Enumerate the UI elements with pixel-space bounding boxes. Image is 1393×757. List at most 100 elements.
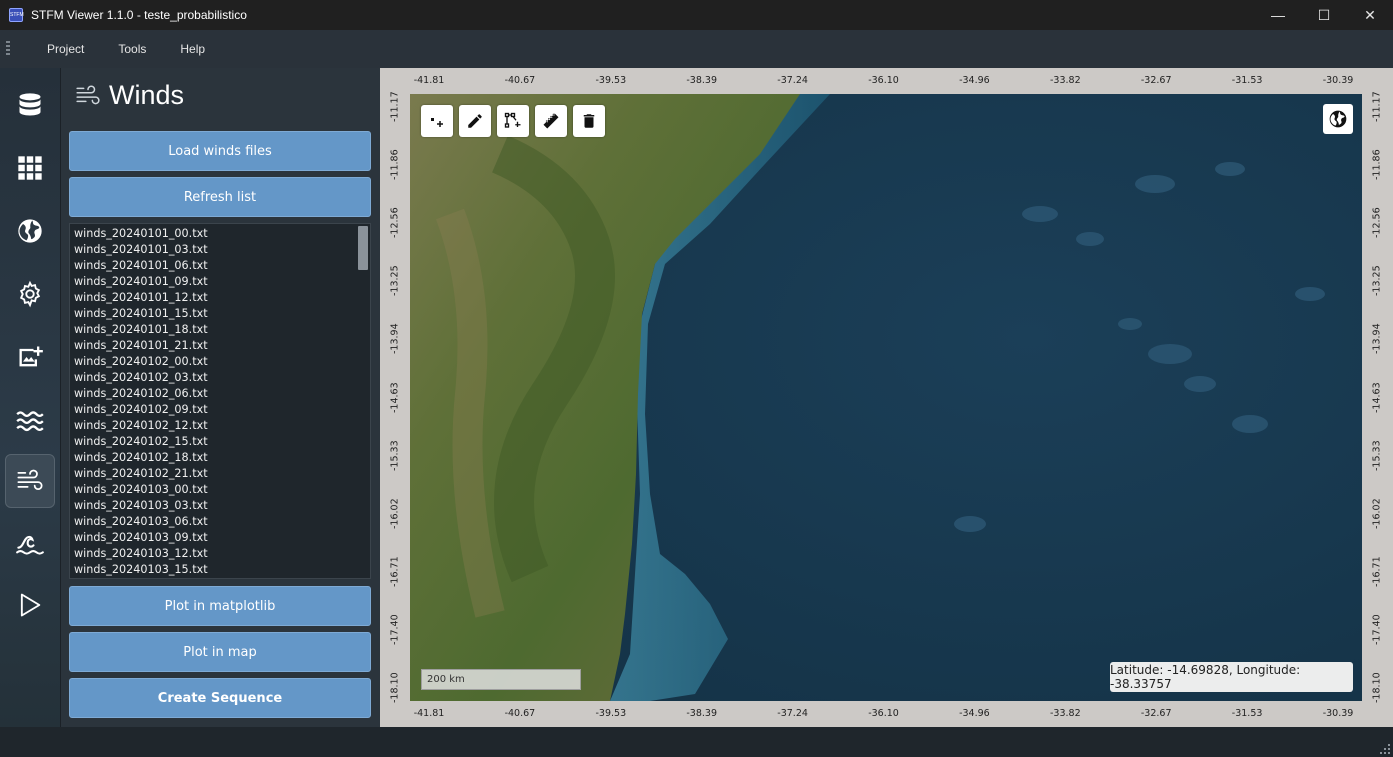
gear-icon (19, 280, 41, 308)
wind-icon (17, 469, 43, 491)
file-list-item[interactable]: winds_20240103_12.txt (74, 546, 370, 562)
x-axis-bottom-tick-label: -36.10 (868, 708, 899, 719)
y-axis-right-tick-label: -14.63 (1371, 381, 1383, 413)
file-list-item[interactable]: winds_20240101_21.txt (74, 338, 370, 354)
sidebar-grid-button[interactable] (5, 141, 55, 195)
list-scrollbar[interactable] (358, 226, 368, 270)
refresh-list-button[interactable]: Refresh list (69, 177, 371, 217)
measure-button[interactable] (535, 105, 567, 137)
create-sequence-button[interactable]: Create Sequence (69, 678, 371, 718)
plot-in-map-button[interactable]: Plot in map (69, 632, 371, 672)
y-axis-left-tick-label: -13.94 (389, 323, 401, 355)
file-list-item[interactable]: winds_20240102_06.txt (74, 386, 370, 402)
y-axis-left-tick-label: -17.40 (389, 614, 401, 645)
x-axis-top-tick-label: -30.39 (1322, 75, 1354, 86)
file-list-item[interactable]: winds_20240103_15.txt (74, 562, 370, 578)
file-list-item[interactable]: winds_20240101_03.txt (74, 242, 370, 258)
navigation-sidebar (0, 68, 61, 727)
x-axis-bottom-tick-label: -31.53 (1231, 708, 1263, 719)
y-axis-left-tick-label: -15.33 (389, 439, 401, 471)
x-axis-top-tick-label: -32.67 (1140, 75, 1172, 86)
satellite-map[interactable]: 200 km Latitude: -14.69828, Longitude: -… (410, 94, 1362, 701)
x-axis-top: -41.81 -40.67 -39.53 -38.39 -37.24 -36.10 -34.… (380, 68, 1393, 94)
file-list-item[interactable]: winds_20240102_00.txt (74, 354, 370, 370)
panel-header: Winds (75, 80, 184, 111)
file-list-item[interactable]: winds_20240101_12.txt (74, 290, 370, 306)
map-imagery (410, 94, 1362, 701)
panel-title: Winds (109, 80, 185, 110)
sidebar-waves-button[interactable] (5, 393, 55, 447)
menu-project[interactable]: Project (30, 42, 101, 56)
draw-polyline-button[interactable] (497, 105, 529, 137)
status-bar (0, 727, 1393, 757)
file-list-item[interactable]: winds_20240101_06.txt (74, 258, 370, 274)
y-axis-left-tick-label: -18.10 (389, 672, 401, 703)
add-point-button[interactable] (421, 105, 453, 137)
x-axis-top-tick-label: -37.24 (777, 75, 808, 86)
toolbar-grip[interactable] (6, 41, 10, 57)
x-axis-top-tick-label: -38.39 (686, 75, 717, 86)
draw-button[interactable] (459, 105, 491, 137)
file-list-item[interactable]: winds_20240102_21.txt (74, 466, 370, 482)
file-list-item[interactable]: winds_20240102_12.txt (74, 418, 370, 434)
sidebar-winds-button[interactable] (5, 454, 55, 508)
y-axis-right-tick-label: -13.25 (1371, 265, 1383, 297)
y-axis-left-tick-label: -11.17 (389, 91, 401, 122)
cursor-coordinates: Latitude: -14.69828, Longitude: -38.3375… (1110, 662, 1353, 692)
menu-help[interactable]: Help (163, 42, 222, 56)
file-list-item[interactable]: winds_20240102_09.txt (74, 402, 370, 418)
map-frame: -41.81 -40.67 -39.53 -38.39 -37.24 -36.10 -34.… (380, 68, 1393, 727)
file-list-item[interactable]: winds_20240101_18.txt (74, 322, 370, 338)
file-list-item[interactable]: winds_20240102_03.txt (74, 370, 370, 386)
close-button[interactable]: ✕ (1347, 0, 1393, 30)
ocean-wave-icon (16, 535, 44, 555)
globe-icon (1329, 110, 1347, 128)
sidebar-play-button[interactable] (5, 578, 55, 632)
y-axis-right-tick-label: -16.02 (1371, 498, 1383, 529)
database-icon (19, 93, 41, 116)
x-axis-bottom: -41.81 -40.67 -39.53 -38.39 -37.24 -36.10 -34.… (380, 701, 1393, 727)
file-list-item[interactable]: winds_20240102_18.txt (74, 450, 370, 466)
play-icon (20, 593, 41, 617)
file-list-item[interactable]: winds_20240103_00.txt (74, 482, 370, 498)
wind-icon (76, 85, 100, 104)
title-bar: STFM STFM Viewer 1.1.0 - teste_probabili… (0, 0, 1393, 30)
x-axis-top-tick-label: -40.67 (504, 75, 536, 86)
sidebar-globe-button[interactable] (5, 204, 55, 258)
x-axis-bottom-tick-label: -37.24 (777, 708, 808, 719)
app-icon: STFM (9, 8, 24, 22)
y-axis-right-tick-label: -11.17 (1371, 91, 1383, 122)
winds-file-list[interactable]: winds_20240101_00.txt winds_20240101_03.t… (69, 223, 371, 579)
x-axis-top-tick-label: -39.53 (595, 75, 627, 86)
file-list-item[interactable]: winds_20240101_00.txt (74, 226, 370, 242)
sidebar-database-button[interactable] (5, 78, 55, 132)
file-list-item[interactable]: winds_20240101_09.txt (74, 274, 370, 290)
y-axis-left-tick-label: -11.86 (389, 149, 401, 181)
menu-tools[interactable]: Tools (101, 42, 163, 56)
y-axis-right-tick-label: -13.94 (1371, 323, 1383, 355)
add-point-icon (431, 118, 443, 127)
minimize-button[interactable]: — (1255, 0, 1301, 30)
basemap-toggle-button[interactable] (1323, 104, 1353, 134)
sidebar-settings-button[interactable] (5, 267, 55, 321)
maximize-button[interactable]: ☐ (1301, 0, 1347, 30)
x-axis-top-tick-label: -41.81 (413, 75, 445, 86)
y-axis-right-tick-label: -17.40 (1371, 614, 1383, 645)
file-list-item[interactable]: winds_20240103_09.txt (74, 530, 370, 546)
file-list-item[interactable]: winds_20240102_15.txt (74, 434, 370, 450)
globe-icon (18, 219, 42, 243)
x-axis-top-tick-label: -33.82 (1049, 75, 1081, 86)
sidebar-ocean-button[interactable] (5, 516, 55, 570)
file-list-item[interactable]: winds_20240101_15.txt (74, 306, 370, 322)
sidebar-add-image-button[interactable] (5, 330, 55, 384)
resize-grip-icon[interactable] (1380, 744, 1390, 754)
load-winds-button[interactable]: Load winds files (69, 131, 371, 171)
plot-matplotlib-button[interactable]: Plot in matplotlib (69, 586, 371, 626)
menu-bar: Project Tools Help (0, 30, 1393, 68)
x-axis-bottom-tick-label: -41.81 (413, 708, 445, 719)
delete-button[interactable] (573, 105, 605, 137)
file-list-item[interactable]: winds_20240103_06.txt (74, 514, 370, 530)
file-list-item[interactable]: winds_20240103_03.txt (74, 498, 370, 514)
y-axis-right: -11.17 -11.86 -12.56 -13.25 -13.94 -14.63 -15.… (1362, 91, 1392, 703)
x-axis-top-tick-label: -34.96 (959, 75, 990, 86)
